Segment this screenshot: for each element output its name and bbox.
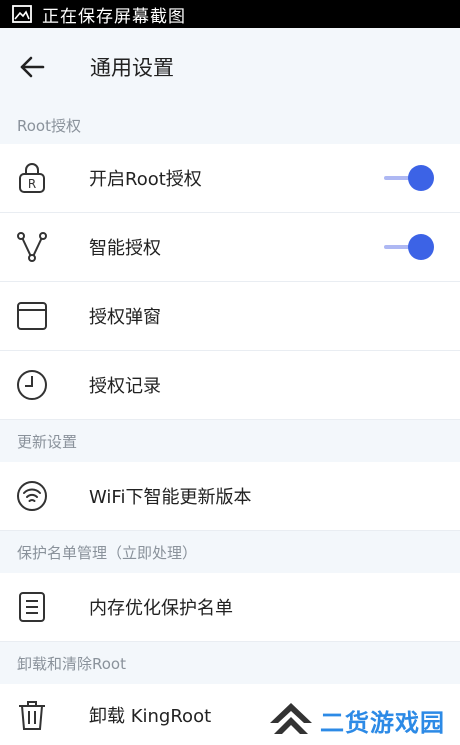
toggle-knob bbox=[408, 165, 434, 191]
row-label: 开启Root授权 bbox=[89, 169, 202, 190]
row-enable-root[interactable]: R 开启Root授权 bbox=[0, 144, 460, 213]
image-icon bbox=[12, 5, 32, 23]
status-text: 正在保存屏幕截图 bbox=[42, 6, 186, 27]
status-bar: 正在保存屏幕截图 bbox=[0, 0, 460, 28]
row-label: 智能授权 bbox=[89, 238, 161, 259]
nodes-icon bbox=[16, 231, 48, 263]
app-bar: 通用设置 bbox=[0, 28, 460, 106]
root-lock-icon: R bbox=[16, 162, 48, 194]
row-auth-popup[interactable]: 授权弹窗 bbox=[0, 282, 460, 351]
row-label: 授权记录 bbox=[89, 376, 161, 397]
watermark: 二货游戏园 bbox=[268, 700, 445, 740]
row-auth-log[interactable]: 授权记录 bbox=[0, 351, 460, 420]
watermark-logo-icon bbox=[270, 703, 312, 734]
section-header-update: 更新设置 bbox=[0, 420, 460, 462]
enable-root-toggle[interactable] bbox=[384, 165, 436, 191]
back-button[interactable] bbox=[17, 52, 47, 82]
window-icon bbox=[16, 300, 48, 332]
section-header-protect: 保护名单管理（立即处理） bbox=[0, 531, 460, 573]
page-title: 通用设置 bbox=[90, 56, 174, 80]
row-label: 内存优化保护名单 bbox=[89, 598, 233, 619]
arrow-left-icon bbox=[20, 56, 45, 78]
svg-text:R: R bbox=[28, 177, 36, 191]
row-label: 授权弹窗 bbox=[89, 307, 161, 328]
row-smart-auth[interactable]: 智能授权 bbox=[0, 213, 460, 282]
clock-icon bbox=[16, 369, 48, 401]
row-label: 卸载 KingRoot bbox=[89, 705, 212, 727]
row-label: WiFi下智能更新版本 bbox=[89, 487, 252, 508]
document-icon bbox=[16, 591, 48, 623]
toggle-knob bbox=[408, 234, 434, 260]
smart-auth-toggle[interactable] bbox=[384, 234, 436, 260]
watermark-text: 二货游戏园 bbox=[320, 708, 445, 737]
trash-icon bbox=[16, 699, 48, 731]
section-header-uninstall: 卸载和清除Root bbox=[0, 642, 460, 684]
row-memory-protect[interactable]: 内存优化保护名单 bbox=[0, 573, 460, 642]
row-wifi-update[interactable]: WiFi下智能更新版本 bbox=[0, 462, 460, 531]
section-header-root: Root授权 bbox=[0, 106, 460, 144]
wifi-icon bbox=[16, 480, 48, 512]
